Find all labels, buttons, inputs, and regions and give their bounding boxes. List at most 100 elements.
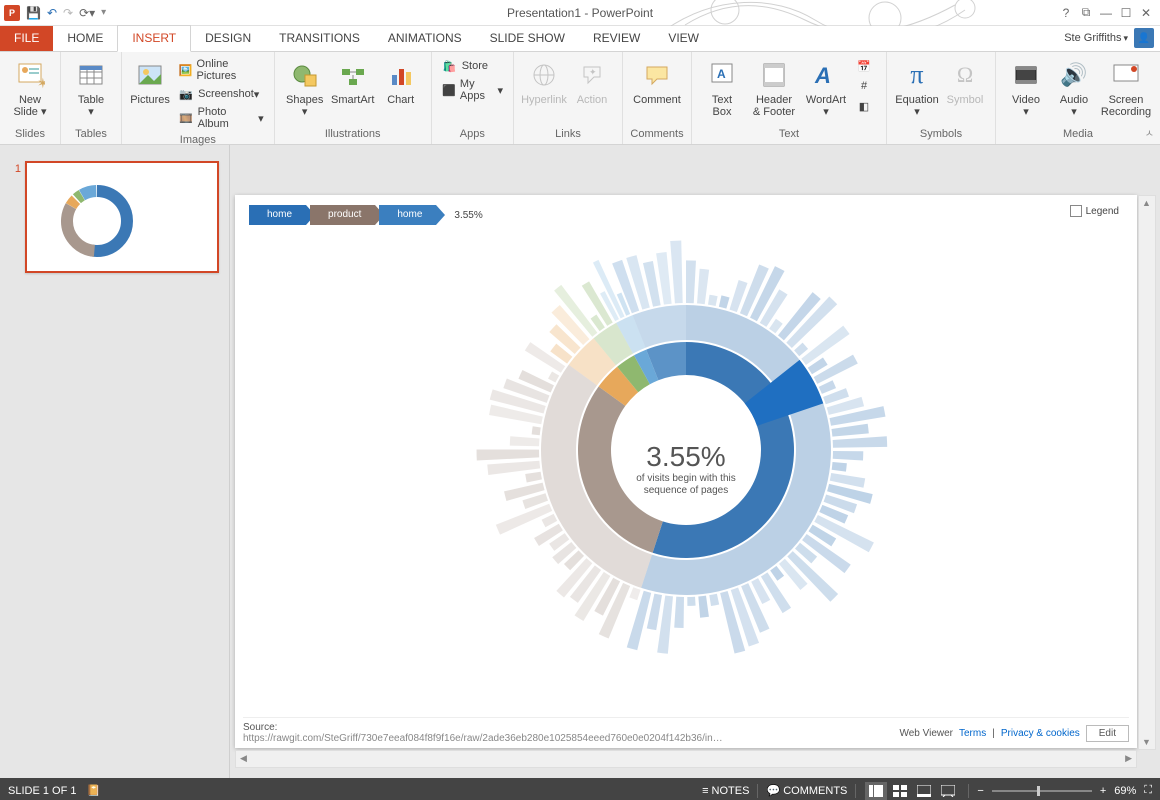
tab-view[interactable]: VIEW	[654, 26, 713, 51]
view-slideshow-icon[interactable]	[937, 782, 959, 800]
symbol-button: ΩSymbol	[941, 56, 989, 108]
help-icon[interactable]: ?	[1056, 3, 1076, 23]
photo-album-button[interactable]: 🎞️Photo Album ▾	[174, 104, 268, 132]
svg-text:✦: ✦	[589, 67, 597, 77]
qat-redo-icon[interactable]: ↷	[63, 6, 73, 20]
thumb-number: 1	[10, 163, 21, 273]
pictures-button[interactable]: Pictures	[128, 56, 172, 108]
edit-button[interactable]: Edit	[1086, 725, 1129, 742]
tab-animations[interactable]: ANIMATIONS	[374, 26, 476, 51]
svg-text:✶: ✶	[37, 75, 45, 90]
text-box-button[interactable]: AText Box	[698, 56, 746, 120]
zoom-out-button[interactable]: −	[977, 785, 983, 797]
slide-thumbnail-1[interactable]	[25, 161, 219, 273]
group-slides: ✶ New Slide ▾ Slides	[0, 52, 61, 144]
comment-icon	[643, 58, 671, 92]
screen-recording-button[interactable]: Screen Recording	[1098, 56, 1154, 120]
new-slide-icon: ✶	[15, 58, 45, 92]
chart-button[interactable]: Chart	[377, 56, 425, 108]
account-menu[interactable]: Ste Griffiths ▾ 👤	[1064, 28, 1154, 48]
zoom-in-button[interactable]: +	[1100, 785, 1106, 797]
stat-line2: sequence of pages	[636, 485, 736, 497]
my-apps-button[interactable]: ⬛My Apps ▾	[438, 76, 507, 104]
svg-text:A: A	[717, 67, 726, 81]
group-tables-label: Tables	[67, 126, 115, 142]
spellcheck-icon[interactable]: 📔	[86, 784, 100, 797]
header-footer-button[interactable]: Header & Footer	[746, 56, 802, 120]
checkbox-icon	[1070, 205, 1082, 217]
close-icon[interactable]: ✕	[1136, 3, 1156, 23]
crumb-home-2[interactable]: home	[379, 205, 436, 225]
tab-transitions[interactable]: TRANSITIONS	[265, 26, 374, 51]
qat-undo-icon[interactable]: ↶	[47, 6, 57, 20]
stat-value: 3.55%	[636, 441, 736, 473]
audio-button[interactable]: 🔊Audio▾	[1050, 56, 1098, 120]
zoom-slider[interactable]	[992, 790, 1092, 792]
group-symbols: πEquation▾ ΩSymbol Symbols	[887, 52, 996, 144]
slide-number-icon: #	[856, 78, 872, 94]
tab-insert[interactable]: INSERT	[117, 25, 191, 52]
action-icon: ✦	[578, 58, 606, 92]
horizontal-scrollbar[interactable]	[235, 750, 1137, 768]
ribbon-options-icon[interactable]: ⧉	[1076, 3, 1096, 23]
breadcrumb: home product home 3.55%	[249, 205, 483, 225]
equation-button[interactable]: πEquation▾	[893, 56, 941, 120]
tab-slideshow[interactable]: SLIDE SHOW	[476, 26, 579, 51]
equation-icon: π	[910, 58, 923, 92]
table-button[interactable]: Table▾	[67, 56, 115, 120]
workspace: 1 home product home 3.55	[0, 145, 1160, 778]
slide-number-button[interactable]: #	[852, 76, 880, 96]
slide-content[interactable]: home product home 3.55% Legend 3.55% of …	[235, 195, 1137, 748]
date-time-button[interactable]: 📅	[852, 56, 880, 76]
status-bar: SLIDE 1 OF 1 📔 ≡ NOTES 💬 COMMENTS − + 69…	[0, 778, 1160, 800]
source-url: https://rawgit.com/SteGriff/730e7eeaf084…	[243, 733, 723, 744]
maximize-icon[interactable]: ☐	[1116, 3, 1136, 23]
crumb-home[interactable]: home	[249, 205, 306, 225]
tab-review[interactable]: REVIEW	[579, 26, 654, 51]
legend-toggle[interactable]: Legend	[1070, 205, 1119, 217]
slide-thumbnail-pane[interactable]: 1	[0, 145, 230, 778]
vertical-scrollbar[interactable]	[1138, 195, 1156, 750]
smartart-button[interactable]: SmartArt	[329, 56, 377, 108]
group-illustrations: Shapes▾ SmartArt Chart Illustrations	[275, 52, 432, 144]
view-reading-icon[interactable]	[913, 782, 935, 800]
screenshot-button[interactable]: 📷Screenshot ▾	[174, 84, 268, 104]
view-sorter-icon[interactable]	[889, 782, 911, 800]
minimize-icon[interactable]: —	[1096, 3, 1116, 23]
new-slide-button[interactable]: ✶ New Slide ▾	[6, 56, 54, 120]
photo-album-icon: 🎞️	[178, 110, 194, 126]
comment-button[interactable]: Comment	[629, 56, 685, 108]
group-links-label: Links	[520, 126, 616, 142]
qat-customize-icon[interactable]: ▾	[101, 7, 106, 18]
qat-start-icon[interactable]: ⟳▾	[79, 6, 95, 20]
privacy-link[interactable]: Privacy & cookies	[1001, 728, 1080, 739]
fit-to-window-icon[interactable]: ⛶	[1144, 784, 1152, 797]
smartart-icon	[339, 58, 367, 92]
terms-link[interactable]: Terms	[959, 728, 986, 739]
wordart-button[interactable]: AWordArt▾	[802, 56, 850, 120]
online-pictures-button[interactable]: 🖼️Online Pictures	[174, 56, 268, 84]
slide-canvas-area: home product home 3.55% Legend 3.55% of …	[230, 145, 1160, 778]
chevron-down-icon: ▾	[1123, 33, 1128, 44]
zoom-value: 69%	[1114, 785, 1136, 797]
tab-design[interactable]: DESIGN	[191, 26, 265, 51]
notes-button[interactable]: ≡ NOTES	[702, 785, 749, 797]
account-name: Ste Griffiths	[1064, 32, 1121, 44]
online-pictures-icon: 🖼️	[178, 62, 192, 78]
video-button[interactable]: Video▾	[1002, 56, 1050, 120]
comments-button[interactable]: 💬 COMMENTS	[766, 784, 847, 797]
object-button[interactable]: ◧	[852, 96, 880, 116]
slide-footer: Source: https://rawgit.com/SteGriff/730e…	[243, 717, 1129, 744]
store-button[interactable]: 🛍️Store	[438, 56, 507, 76]
crumb-product[interactable]: product	[310, 205, 375, 225]
view-normal-icon[interactable]	[865, 782, 887, 800]
collapse-ribbon-icon[interactable]: ㅅ	[1145, 125, 1154, 140]
slide-indicator: SLIDE 1 OF 1	[8, 785, 76, 797]
title-bar: P 💾 ↶ ↷ ⟳▾ ▾ Presentation1 - PowerPoint …	[0, 0, 1160, 26]
wordart-icon: A	[812, 58, 840, 92]
shapes-button[interactable]: Shapes▾	[281, 56, 329, 120]
tab-file[interactable]: FILE	[0, 26, 53, 51]
group-symbols-label: Symbols	[893, 126, 989, 142]
tab-home[interactable]: HOME	[53, 26, 117, 51]
qat-save-icon[interactable]: 💾	[26, 6, 41, 20]
